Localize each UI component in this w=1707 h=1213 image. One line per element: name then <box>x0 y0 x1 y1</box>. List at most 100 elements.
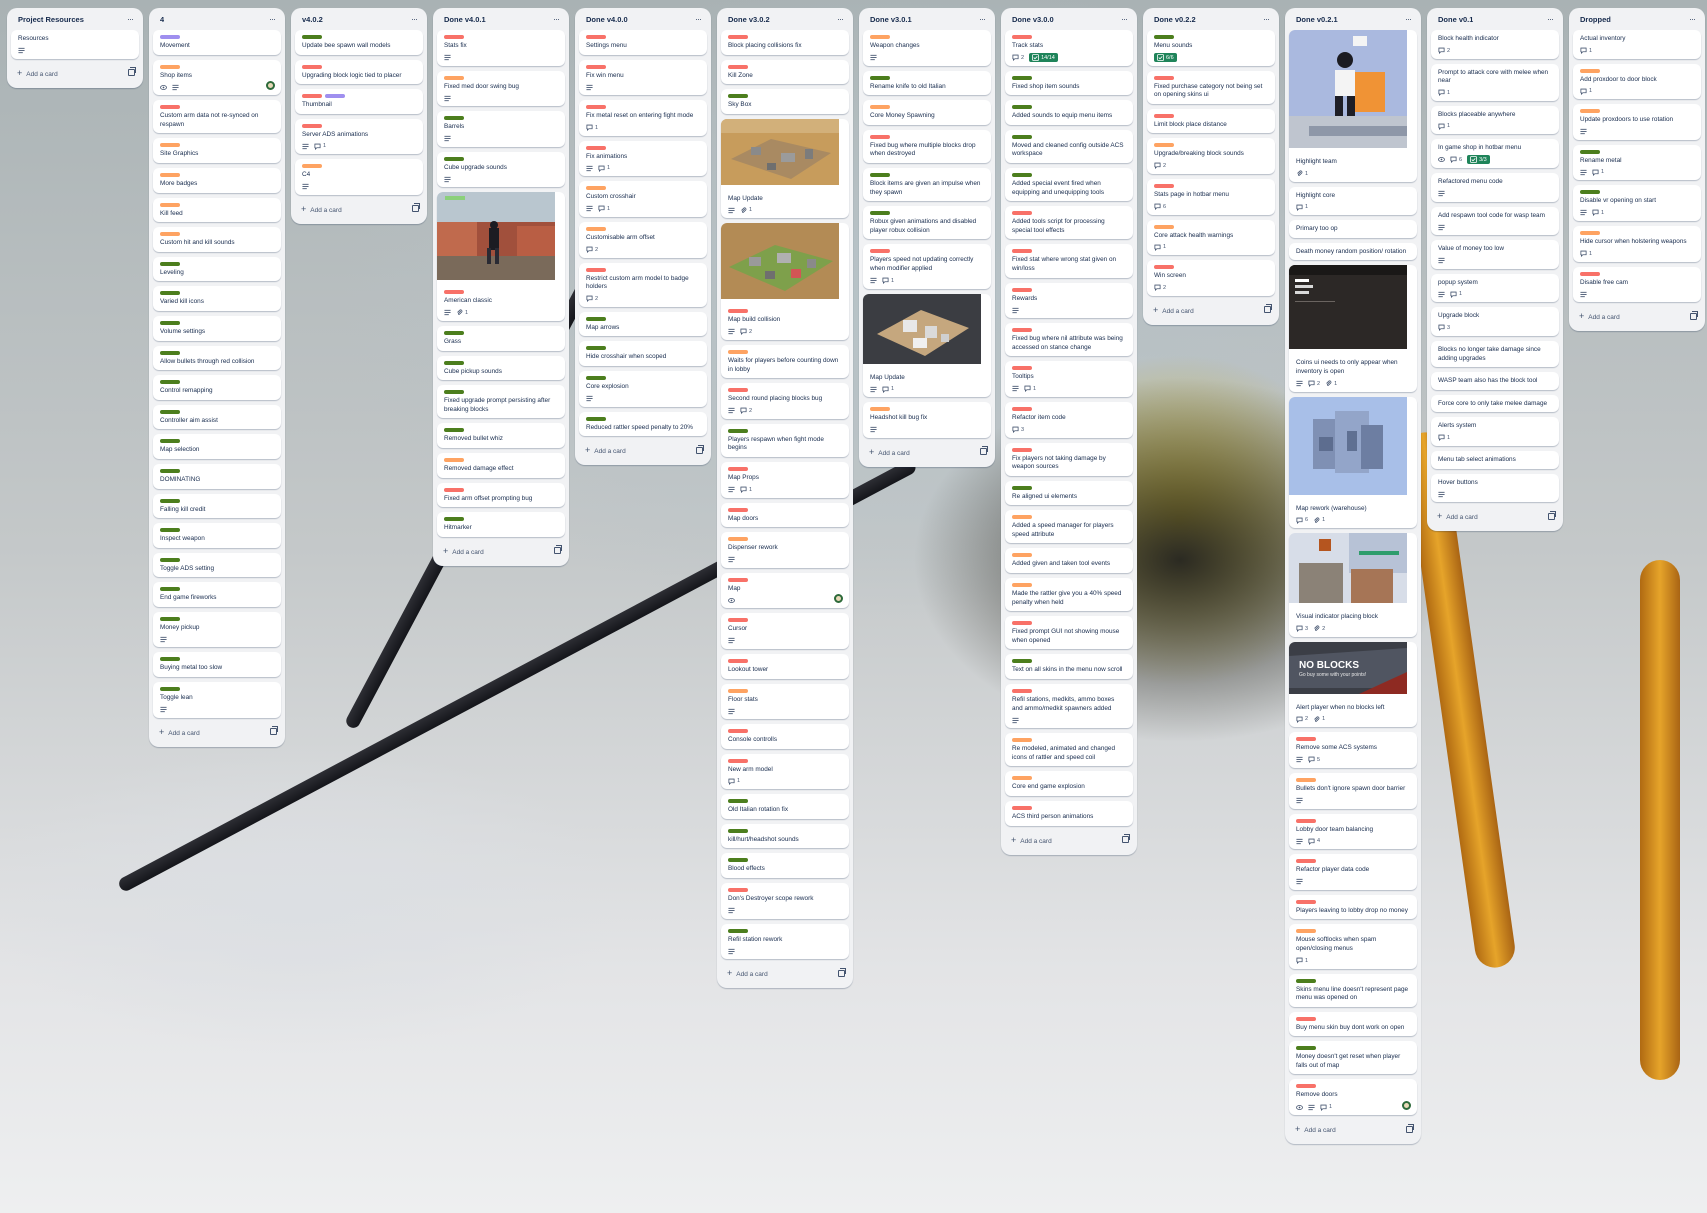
card[interactable]: Fix animations 1 <box>579 140 707 177</box>
card[interactable]: Value of money too low <box>1431 240 1559 269</box>
label-orange[interactable] <box>1296 777 1316 782</box>
card[interactable]: Disable vr opening on start 1 <box>1573 185 1701 221</box>
label-green[interactable] <box>1580 190 1600 195</box>
label-green[interactable] <box>586 375 606 380</box>
card[interactable]: Added a speed manager for players speed … <box>1005 510 1133 544</box>
list-more-icon[interactable]: ··· <box>1547 15 1554 24</box>
label-green[interactable] <box>1012 75 1032 80</box>
card[interactable]: Add proxdoor to door block 1 <box>1573 63 1701 100</box>
card[interactable]: Death money random position/ rotation <box>1289 242 1417 261</box>
member-avatar[interactable] <box>1401 1100 1412 1112</box>
card[interactable]: Toggle lean <box>153 682 281 718</box>
card[interactable]: Cursor <box>721 613 849 649</box>
label-green[interactable] <box>1012 485 1032 490</box>
list-title[interactable]: Done v4.0.1 <box>444 15 486 24</box>
label-orange[interactable] <box>870 35 890 39</box>
card[interactable]: Re aligned ui elements <box>1005 480 1133 506</box>
card[interactable]: Coins ui needs to only appear when inven… <box>1289 265 1417 392</box>
card[interactable]: Restrict custom arm model to badge holde… <box>579 262 707 307</box>
card[interactable]: Custom hit and kill sounds <box>153 227 281 252</box>
label-green[interactable] <box>160 261 180 266</box>
card[interactable]: Grass <box>437 325 565 351</box>
card[interactable]: Made the rattler give you a 40% speed pe… <box>1005 578 1133 612</box>
label-red[interactable] <box>728 577 748 582</box>
card[interactable]: Refil station rework <box>721 923 849 960</box>
card[interactable]: Server ADS animations 1 <box>295 118 423 155</box>
card[interactable]: Actual inventory 1 <box>1573 30 1701 59</box>
card[interactable]: Fixed upgrade prompt persisting after br… <box>437 385 565 419</box>
label-red[interactable] <box>1296 1084 1316 1089</box>
label-red[interactable] <box>1012 621 1032 626</box>
card[interactable]: Block health indicator 2 <box>1431 30 1559 59</box>
label-red[interactable] <box>1296 899 1316 904</box>
card[interactable]: Map Props 1 <box>721 461 849 498</box>
card[interactable]: Movement <box>153 30 281 55</box>
label-green[interactable] <box>870 211 890 216</box>
card[interactable]: Upgrading block logic tied to placer <box>295 59 423 85</box>
card[interactable]: Removed damage effect <box>437 452 565 478</box>
card[interactable]: Waits for players before counting down i… <box>721 344 849 379</box>
card[interactable]: Add respawn tool code for wasp team <box>1431 206 1559 236</box>
label-green[interactable] <box>870 172 890 177</box>
label-red[interactable] <box>1154 113 1174 118</box>
label-red[interactable] <box>444 290 464 295</box>
label-purple[interactable] <box>325 94 345 99</box>
card[interactable]: Map build collision 2 <box>721 223 849 340</box>
card[interactable]: Leveling <box>153 256 281 282</box>
label-green[interactable] <box>160 687 180 692</box>
label-orange[interactable] <box>160 202 180 207</box>
add-card-button[interactable]: + Add a card <box>863 443 991 461</box>
card[interactable]: NO BLOCKS Go buy some with your points! A… <box>1289 641 1417 728</box>
card[interactable]: Disable free cam <box>1573 266 1701 303</box>
card[interactable]: Shop items <box>153 59 281 96</box>
card[interactable]: Win screen 2 <box>1147 260 1275 296</box>
list-title[interactable]: Done v0.2.1 <box>1296 15 1338 24</box>
card[interactable]: Mouse softlocks when spam open/closing m… <box>1289 924 1417 969</box>
card[interactable]: Skins menu line doesn't represent page m… <box>1289 973 1417 1007</box>
label-green[interactable] <box>160 409 180 414</box>
card[interactable]: Track stats 2 14/14 <box>1005 30 1133 66</box>
template-icon[interactable] <box>270 726 278 736</box>
label-red[interactable] <box>728 466 748 471</box>
label-red[interactable] <box>728 388 748 393</box>
card[interactable]: Update bee spawn wall models <box>295 30 423 55</box>
label-red[interactable] <box>728 309 748 314</box>
list-title[interactable]: Done v3.0.2 <box>728 15 770 24</box>
label-orange[interactable] <box>1580 109 1600 114</box>
card[interactable]: Console controlls <box>721 724 849 749</box>
member-avatar[interactable] <box>833 593 844 605</box>
label-green[interactable] <box>586 316 606 321</box>
label-green[interactable] <box>160 350 180 355</box>
card[interactable]: Core explosion <box>579 370 707 407</box>
label-red[interactable] <box>444 35 464 39</box>
label-green[interactable] <box>1012 172 1032 177</box>
card[interactable]: Highlight core 1 <box>1289 186 1417 216</box>
card[interactable]: Kill feed <box>153 197 281 223</box>
card[interactable]: Added special event fired when equipping… <box>1005 167 1133 202</box>
label-green[interactable] <box>728 428 748 433</box>
card[interactable]: Dispenser rework <box>721 532 849 568</box>
list-title[interactable]: Dropped <box>1580 15 1611 24</box>
list-title[interactable]: v4.0.2 <box>302 15 323 24</box>
card[interactable]: Hover buttons <box>1431 473 1559 503</box>
label-orange[interactable] <box>1154 224 1174 229</box>
card[interactable]: Fixed bug where multiple blocks drop whe… <box>863 129 991 163</box>
card[interactable]: American classic 1 <box>437 192 565 321</box>
card[interactable]: Fixed shop item sounds <box>1005 70 1133 96</box>
add-card-button[interactable]: + Add a card <box>721 964 849 982</box>
label-red[interactable] <box>444 487 464 492</box>
card[interactable]: Floor stats <box>721 683 849 720</box>
label-orange[interactable] <box>728 688 748 693</box>
label-red[interactable] <box>1296 818 1316 823</box>
add-card-button[interactable]: + Add a card <box>1573 307 1701 325</box>
card[interactable]: Inspect weapon <box>153 523 281 548</box>
label-orange[interactable] <box>586 226 606 231</box>
label-red[interactable] <box>1012 689 1032 694</box>
card[interactable]: Old Italian rotation fix <box>721 794 849 819</box>
card[interactable]: Stats fix <box>437 30 565 66</box>
template-icon[interactable] <box>1122 834 1130 844</box>
add-card-button[interactable]: + Add a card <box>1431 507 1559 525</box>
label-red[interactable] <box>728 729 748 734</box>
card[interactable]: Site Graphics <box>153 138 281 163</box>
label-orange[interactable] <box>728 537 748 542</box>
